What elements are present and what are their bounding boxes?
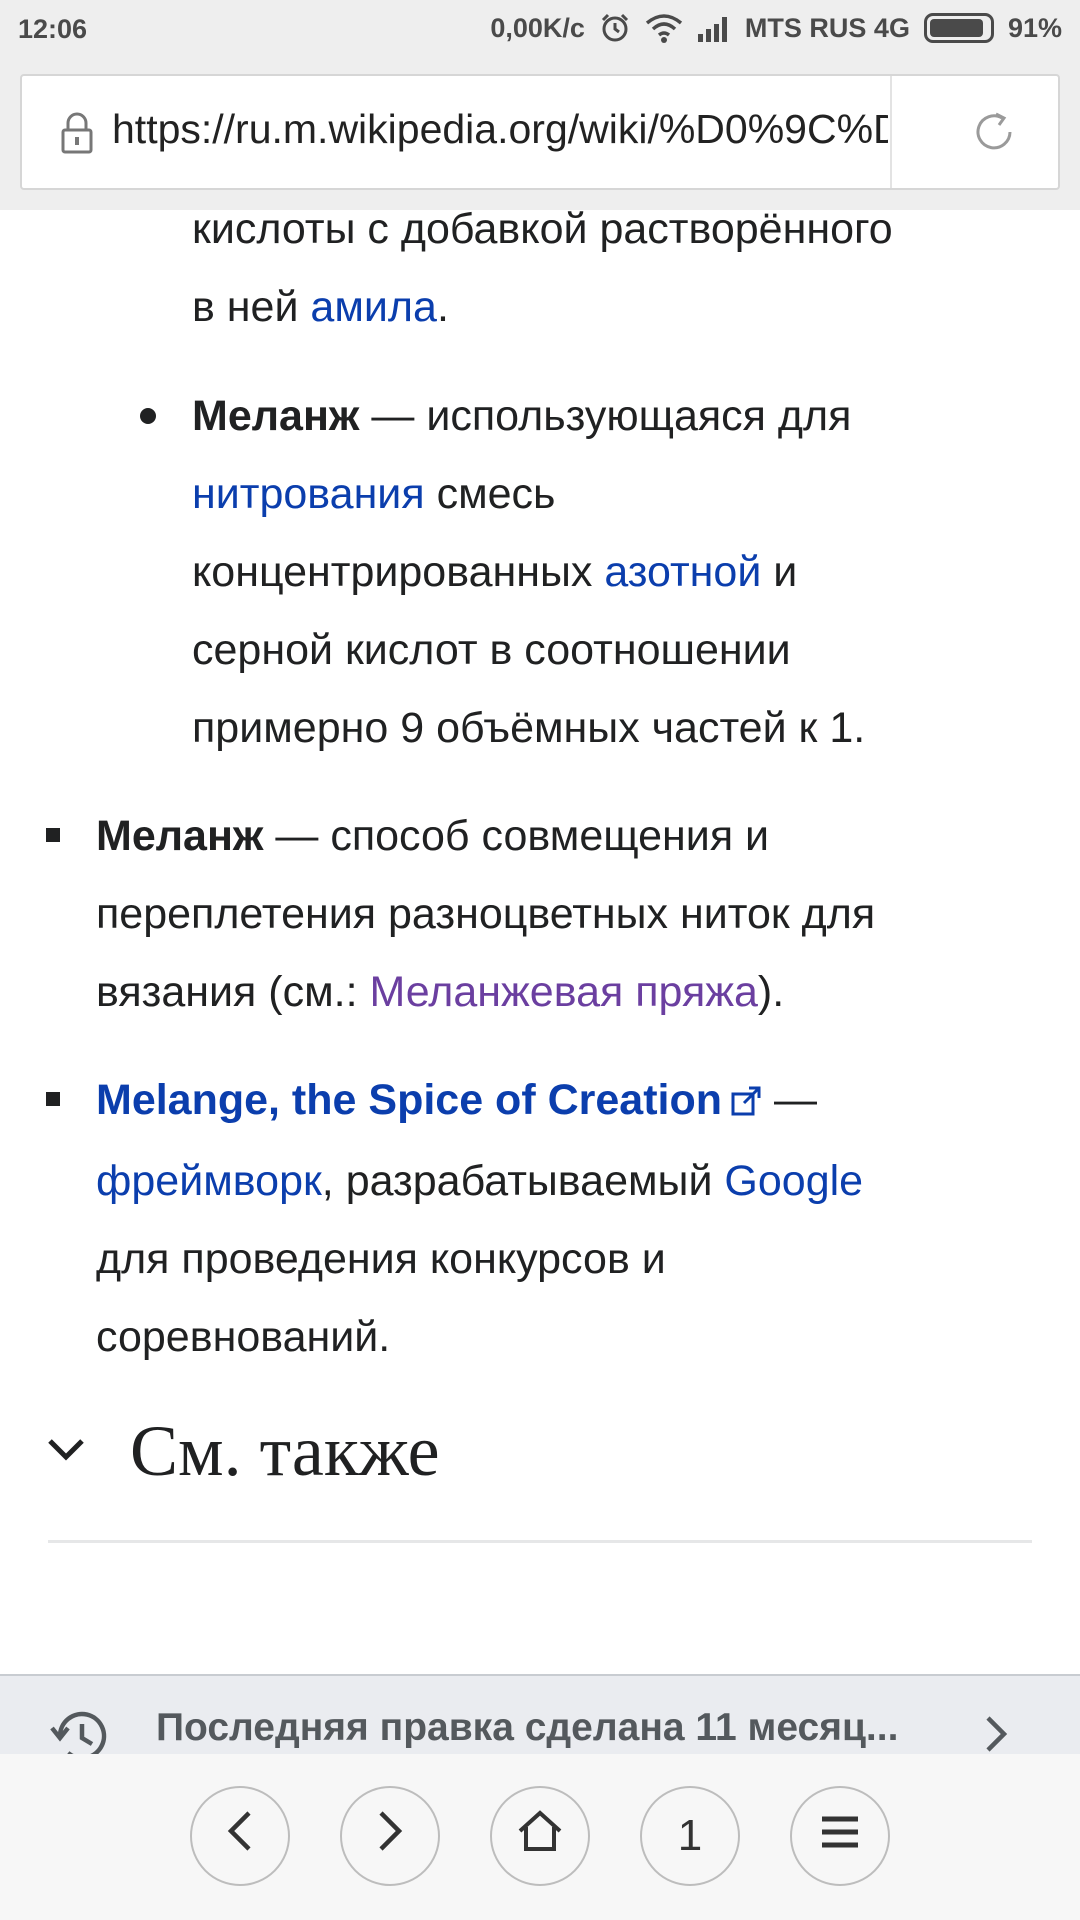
- text-line: фреймворк, разрабатываемый Google: [96, 1142, 1056, 1220]
- text-span: концентрированных: [192, 548, 605, 596]
- term-bold: Меланж: [192, 392, 360, 440]
- external-link-icon: [730, 1064, 762, 1142]
- browser-toolbar: https://ru.m.wikipedia.org/wiki/%D0%9C%D…: [0, 64, 1080, 210]
- chevron-right-icon: [984, 1714, 1008, 1759]
- text-span: в ней: [192, 283, 311, 331]
- text-line: Melange, the Spice of Creation —: [96, 1061, 1056, 1142]
- text-span: вязания (см.:: [96, 968, 370, 1016]
- status-indicators: 0,00K/c MTS RUS 4G 91%: [490, 12, 1062, 44]
- menu-icon: [819, 1811, 861, 1861]
- battery-percent: 91%: [1007, 12, 1062, 43]
- text-line: соревнований.: [96, 1312, 391, 1361]
- link-nitric[interactable]: азотной: [604, 548, 761, 596]
- text-span: — использующаяся для: [359, 392, 852, 440]
- section-see-also[interactable]: См. также: [46, 1410, 440, 1493]
- home-button[interactable]: [490, 1786, 590, 1886]
- text-line: Меланж — способ совмещения и: [96, 797, 1056, 875]
- back-button[interactable]: [190, 1786, 290, 1886]
- reload-icon[interactable]: [972, 110, 1016, 159]
- text-line: нитрования смесь: [192, 455, 1052, 533]
- text-span: .: [436, 283, 449, 331]
- text-span: и: [761, 548, 798, 596]
- lock-icon: [60, 112, 94, 159]
- last-edit-bar[interactable]: Последняя правка сделана 11 месяц...: [0, 1674, 1080, 1761]
- text-span: , разрабатываемый: [321, 1156, 725, 1205]
- link-amila[interactable]: амила: [310, 283, 437, 331]
- term-bold: Меланж: [96, 812, 264, 860]
- text-line: для проведения конкурсов и: [96, 1234, 666, 1283]
- text-line: переплетения разноцветных ниток для: [96, 890, 876, 938]
- text-line: Меланж — использующаяся для: [192, 377, 1052, 455]
- signal-icon: [697, 14, 731, 42]
- address-bar[interactable]: https://ru.m.wikipedia.org/wiki/%D0%9C%D…: [20, 74, 1060, 190]
- network-speed: 0,00K/c: [490, 12, 585, 43]
- tabs-button[interactable]: 1: [640, 1786, 740, 1886]
- menu-button[interactable]: [790, 1786, 890, 1886]
- carrier-name: MTS RUS 4G: [744, 12, 910, 43]
- last-edit-text: Последняя правка сделана 11 месяц...: [156, 1706, 899, 1749]
- battery-fill: [929, 19, 983, 37]
- browser-bottom-nav: 1: [0, 1754, 1080, 1920]
- link-nitration[interactable]: нитрования: [192, 470, 425, 518]
- text-line: серной кислот в соотношении: [192, 626, 791, 674]
- link-framework[interactable]: фреймворк: [96, 1157, 322, 1205]
- text-line: вязания (см.: Меланжевая пряжа).: [96, 953, 1056, 1031]
- forward-button[interactable]: [340, 1786, 440, 1886]
- battery-icon: [923, 13, 994, 43]
- section-divider: [48, 1540, 1032, 1543]
- forward-icon: [375, 1809, 405, 1864]
- link-melange-yarn[interactable]: Меланжевая пряжа: [370, 968, 758, 1016]
- text-line: в ней амила.: [192, 268, 1052, 346]
- link-google[interactable]: Google: [724, 1157, 863, 1205]
- list-item-melange-acid: Меланж — использующаяся для нитрования с…: [192, 377, 1052, 767]
- text-line: примерно 9 объёмных частей к 1.: [192, 704, 866, 752]
- list-item-continued: кислоты с добавкой растворённого в ней а…: [192, 190, 1052, 346]
- text-span: смесь: [424, 470, 556, 518]
- text-span: — способ совмещения и: [263, 812, 770, 860]
- alarm-icon: [599, 12, 631, 44]
- status-bar: 12:06 0,00K/c MTS RUS 4G 91%: [0, 0, 1080, 64]
- home-icon: [516, 1809, 564, 1864]
- text-line: концентрированных азотной и: [192, 533, 1052, 611]
- url-divider: [890, 76, 892, 188]
- list-item-melange-yarn: Меланж — способ совмещения и переплетени…: [96, 797, 1056, 1031]
- chevron-down-icon: [46, 1435, 86, 1468]
- list-bullet: [46, 828, 60, 842]
- section-title: См. также: [130, 1411, 440, 1491]
- text-span: —: [762, 1076, 817, 1124]
- back-icon: [225, 1809, 255, 1864]
- url-text[interactable]: https://ru.m.wikipedia.org/wiki/%D0%9C%D…: [112, 106, 888, 153]
- text-span: ).: [757, 968, 785, 1016]
- list-bullet: [140, 408, 156, 424]
- text-line: кислоты с добавкой растворённого: [192, 205, 893, 253]
- list-bullet: [46, 1092, 60, 1106]
- tab-count: 1: [677, 1811, 703, 1860]
- list-item-melange-google: Melange, the Spice of Creation — фреймво…: [96, 1061, 1056, 1376]
- status-time: 12:06: [18, 14, 88, 44]
- wifi-icon: [645, 13, 683, 43]
- external-link-melange[interactable]: Melange, the Spice of Creation: [96, 1076, 722, 1124]
